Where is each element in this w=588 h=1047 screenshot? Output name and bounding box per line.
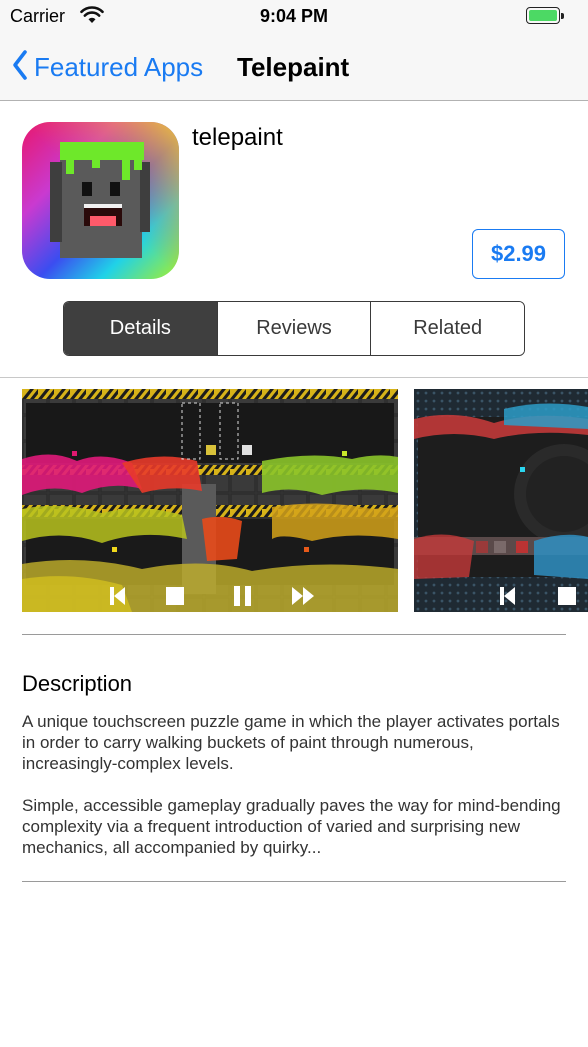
page-title: Telepaint [237, 52, 350, 82]
stop-icon[interactable] [558, 587, 576, 605]
gameplay-screenshot-1[interactable] [22, 389, 398, 612]
stop-icon[interactable] [166, 587, 184, 605]
price-button[interactable]: $2.99 [472, 229, 565, 279]
section-divider [0, 377, 588, 378]
segmented-tabs: Details Reviews Related [63, 301, 525, 356]
tab-reviews[interactable]: Reviews [216, 302, 371, 355]
navigation-bar: Featured Apps Telepaint [0, 33, 588, 101]
status-bar: Carrier 9:04 PM [0, 0, 588, 33]
description-paragraph: A unique touchscreen puzzle game in whic… [22, 712, 560, 773]
description-paragraph: Simple, accessible gameplay gradually pa… [22, 796, 561, 857]
battery-icon [526, 7, 564, 24]
divider [22, 881, 566, 882]
divider [22, 634, 566, 635]
status-time: 9:04 PM [259, 6, 329, 26]
chevron-left-icon [12, 49, 28, 86]
app-name: telepaint [192, 124, 283, 151]
back-button-label: Featured Apps [34, 51, 204, 82]
tab-related[interactable]: Related [370, 302, 524, 355]
app-icon [22, 122, 179, 279]
back-button[interactable]: Featured Apps [12, 49, 203, 85]
tab-details[interactable]: Details [64, 302, 217, 355]
description-title: Description [22, 671, 133, 696]
gameplay-screenshot-2[interactable] [414, 389, 588, 612]
